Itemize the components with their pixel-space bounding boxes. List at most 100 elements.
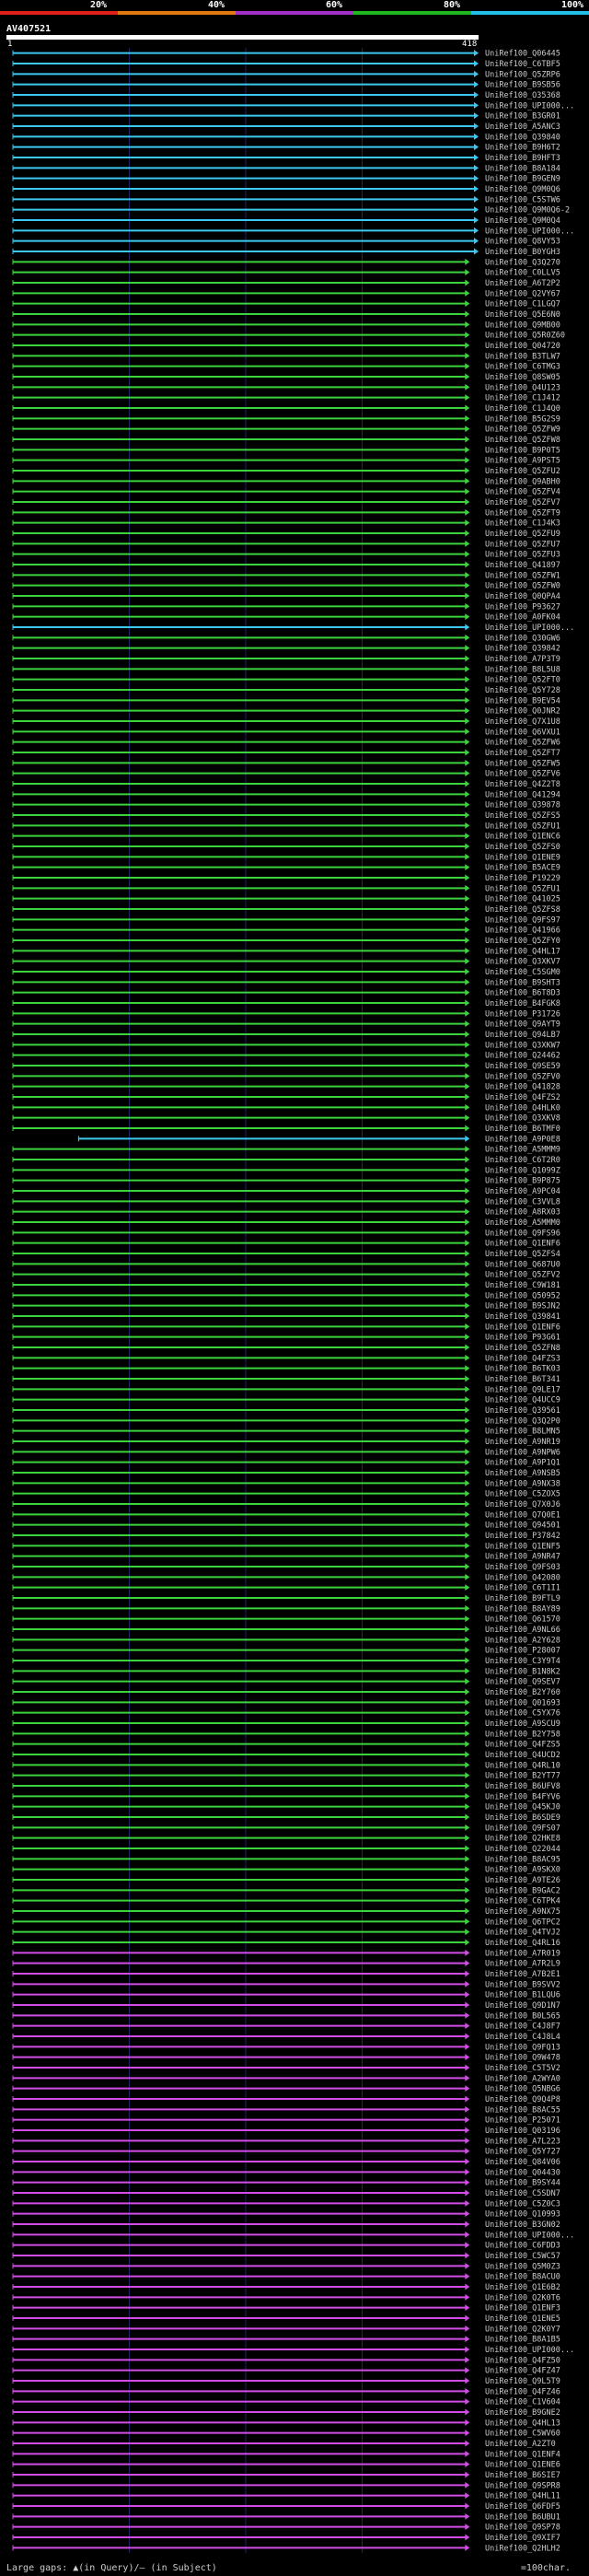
hit-label[interactable]: UniRef100_C1LGQ7 bbox=[485, 300, 560, 309]
hit-label[interactable]: UniRef100_Q9L5T9 bbox=[485, 2377, 560, 2386]
hit-label[interactable]: UniRef100_C5YX76 bbox=[485, 1709, 560, 1719]
hit-label[interactable]: UniRef100_Q9MB00 bbox=[485, 321, 560, 330]
hit-label[interactable]: UniRef100_Q5ZFU3 bbox=[485, 551, 560, 560]
hit-label[interactable]: UniRef100_A7L223 bbox=[485, 2137, 560, 2146]
hit-label[interactable]: UniRef100_Q3Q2P0 bbox=[485, 1416, 560, 1426]
hit-label[interactable]: UniRef100_Q3Q270 bbox=[485, 258, 560, 267]
hit-label[interactable]: UniRef100_C5T5V2 bbox=[485, 2064, 560, 2073]
hit-label[interactable]: UniRef100_B6SIE7 bbox=[485, 2471, 560, 2480]
hit-label[interactable]: UniRef100_C5ZOX5 bbox=[485, 1490, 560, 1499]
hit-label[interactable]: UniRef100_C6TMG3 bbox=[485, 363, 560, 372]
hit-label[interactable]: UniRef100_Q04430 bbox=[485, 2168, 560, 2177]
hit-label[interactable]: UniRef100_Q5ZFU9 bbox=[485, 530, 560, 539]
hit-label[interactable]: UniRef100_B8L5U8 bbox=[485, 665, 560, 674]
hit-label[interactable]: UniRef100_Q41294 bbox=[485, 790, 560, 799]
hit-label[interactable]: UniRef100_Q50952 bbox=[485, 1291, 560, 1300]
hit-label[interactable]: UniRef100_A0FK04 bbox=[485, 613, 560, 623]
hit-label[interactable]: UniRef100_C6T2R0 bbox=[485, 1156, 560, 1165]
hit-label[interactable]: UniRef100_C1V604 bbox=[485, 2398, 560, 2407]
hit-label[interactable]: UniRef100_Q5ZFU7 bbox=[485, 540, 560, 549]
hit-label[interactable]: UniRef100_Q4FZS3 bbox=[485, 1354, 560, 1363]
hit-label[interactable]: UniRef100_B9SHT3 bbox=[485, 978, 560, 987]
hit-label[interactable]: UniRef100_O35368 bbox=[485, 91, 560, 100]
hit-label[interactable]: UniRef100_Q84V06 bbox=[485, 2158, 560, 2167]
hit-label[interactable]: UniRef100_B0YGH3 bbox=[485, 248, 560, 257]
hit-label[interactable]: UniRef100_Q4UCC9 bbox=[485, 1396, 560, 1405]
hit-label[interactable]: UniRef100_A9NX38 bbox=[485, 1479, 560, 1488]
hit-label[interactable]: UniRef100_B3TLW7 bbox=[485, 352, 560, 361]
hit-label[interactable]: UniRef100_Q687U0 bbox=[485, 1260, 560, 1269]
hit-label[interactable]: UniRef100_Q5ZFT9 bbox=[485, 508, 560, 518]
hit-label[interactable]: UniRef100_Q41966 bbox=[485, 927, 560, 936]
hit-label[interactable]: UniRef100_B2Y758 bbox=[485, 1730, 560, 1739]
hit-label[interactable]: UniRef100_C9W181 bbox=[485, 1281, 560, 1290]
hit-label[interactable]: UniRef100_Q39841 bbox=[485, 1312, 560, 1322]
hit-label[interactable]: UniRef100_Q0QPA4 bbox=[485, 592, 560, 601]
hit-label[interactable]: UniRef100_Q7Q0E1 bbox=[485, 1510, 560, 1520]
hit-label[interactable]: UniRef100_Q2K0Y7 bbox=[485, 2325, 560, 2334]
hit-label[interactable]: UniRef100_B8ACU0 bbox=[485, 2273, 560, 2282]
hit-label[interactable]: UniRef100_Q9FS07 bbox=[485, 1824, 560, 1833]
hit-label[interactable]: UniRef100_P25071 bbox=[485, 2116, 560, 2126]
hit-label[interactable]: UniRef100_Q6TPC2 bbox=[485, 1917, 560, 1927]
hit-label[interactable]: UniRef100_Q4FZS5 bbox=[485, 1741, 560, 1750]
hit-label[interactable]: UniRef100_UPI000... bbox=[485, 2231, 574, 2240]
hit-label[interactable]: UniRef100_Q4HLK0 bbox=[485, 1103, 560, 1113]
hit-label[interactable]: UniRef100_C6T1I1 bbox=[485, 1584, 560, 1593]
hit-label[interactable]: UniRef100_Q9M0Q4 bbox=[485, 216, 560, 226]
hit-label[interactable]: UniRef100_C5SDN7 bbox=[485, 2189, 560, 2198]
hit-label[interactable]: UniRef100_Q41025 bbox=[485, 895, 560, 904]
hit-label[interactable]: UniRef100_A2Y628 bbox=[485, 1636, 560, 1645]
hit-label[interactable]: UniRef100_B8AY89 bbox=[485, 1604, 560, 1614]
hit-label[interactable]: UniRef100_P93627 bbox=[485, 602, 560, 612]
hit-label[interactable]: UniRef100_Q9XIF7 bbox=[485, 2534, 560, 2543]
hit-label[interactable]: UniRef100_Q1099Z bbox=[485, 1166, 560, 1175]
hit-label[interactable]: UniRef100_A9TE26 bbox=[485, 1876, 560, 1885]
hit-label[interactable]: UniRef100_Q5ZFT7 bbox=[485, 749, 560, 758]
hit-label[interactable]: UniRef100_C3Y9T4 bbox=[485, 1657, 560, 1666]
hit-label[interactable]: UniRef100_C1J4Q0 bbox=[485, 404, 560, 414]
hit-label[interactable]: UniRef100_Q9D1N7 bbox=[485, 2001, 560, 2011]
hit-label[interactable]: UniRef100_Q5R0Z60 bbox=[485, 332, 565, 341]
hit-label[interactable]: UniRef100_Q42080 bbox=[485, 1573, 560, 1582]
hit-label[interactable]: UniRef100_Q5Y728 bbox=[485, 686, 560, 695]
hit-label[interactable]: UniRef100_Q4U123 bbox=[485, 383, 560, 392]
hit-label[interactable]: UniRef100_Q4HL17 bbox=[485, 947, 560, 956]
hit-label[interactable]: UniRef100_Q7X0J6 bbox=[485, 1500, 560, 1509]
hit-label[interactable]: UniRef100_Q1ENE9 bbox=[485, 853, 560, 862]
hit-label[interactable]: UniRef100_Q94501 bbox=[485, 1521, 560, 1531]
hit-label[interactable]: UniRef100_C6TPK4 bbox=[485, 1897, 560, 1906]
hit-label[interactable]: UniRef100_Q5ZFW0 bbox=[485, 582, 560, 591]
hit-label[interactable]: UniRef100_B9P875 bbox=[485, 1177, 560, 1186]
hit-label[interactable]: UniRef100_Q39878 bbox=[485, 801, 560, 810]
hit-label[interactable]: UniRef100_Q4FZ47 bbox=[485, 2367, 560, 2376]
hit-label[interactable]: UniRef100_A7R019 bbox=[485, 1949, 560, 1958]
hit-label[interactable]: UniRef100_B9EV54 bbox=[485, 696, 560, 705]
hit-label[interactable]: UniRef100_Q5ZFV2 bbox=[485, 1271, 560, 1280]
hit-label[interactable]: UniRef100_Q9M0Q6-2 bbox=[485, 206, 570, 216]
hit-label[interactable]: UniRef100_A9PC04 bbox=[485, 1187, 560, 1196]
hit-label[interactable]: UniRef100_C5STW6 bbox=[485, 195, 560, 204]
hit-label[interactable]: UniRef100_Q2HKE8 bbox=[485, 1835, 560, 1844]
hit-label[interactable]: UniRef100_Q5ZFS4 bbox=[485, 1250, 560, 1259]
hit-label[interactable]: UniRef100_Q39561 bbox=[485, 1406, 560, 1416]
hit-label[interactable]: UniRef100_C0LLV5 bbox=[485, 269, 560, 278]
hit-label[interactable]: UniRef100_B9SB56 bbox=[485, 81, 560, 90]
hit-label[interactable]: UniRef100_P93G61 bbox=[485, 1334, 560, 1343]
hit-label[interactable]: UniRef100_Q4Z2T8 bbox=[485, 780, 560, 789]
hit-label[interactable]: UniRef100_C1J4K3 bbox=[485, 519, 560, 529]
hit-label[interactable]: UniRef100_B5ACE9 bbox=[485, 864, 560, 873]
hit-label[interactable]: UniRef100_Q1ENF6 bbox=[485, 1323, 560, 1332]
hit-label[interactable]: UniRef100_C5WC57 bbox=[485, 2252, 560, 2261]
hit-label[interactable]: UniRef100_Q24462 bbox=[485, 1052, 560, 1061]
hit-label[interactable]: UniRef100_Q5ZFV6 bbox=[485, 770, 560, 779]
hit-label[interactable]: UniRef100_C4J8L4 bbox=[485, 2033, 560, 2042]
hit-label[interactable]: UniRef100_Q4RL10 bbox=[485, 1761, 560, 1770]
hit-label[interactable]: UniRef100_Q94LB7 bbox=[485, 1031, 560, 1040]
hit-label[interactable]: UniRef100_Q45KJ0 bbox=[485, 1803, 560, 1813]
hit-label[interactable]: UniRef100_Q5ZFV0 bbox=[485, 1072, 560, 1081]
hit-label[interactable]: UniRef100_A6T2P2 bbox=[485, 279, 560, 288]
hit-label[interactable]: UniRef100_Q04720 bbox=[485, 342, 560, 351]
hit-label[interactable]: UniRef100_P28007 bbox=[485, 1647, 560, 1656]
hit-label[interactable]: UniRef100_Q1ENF3 bbox=[485, 2304, 560, 2314]
